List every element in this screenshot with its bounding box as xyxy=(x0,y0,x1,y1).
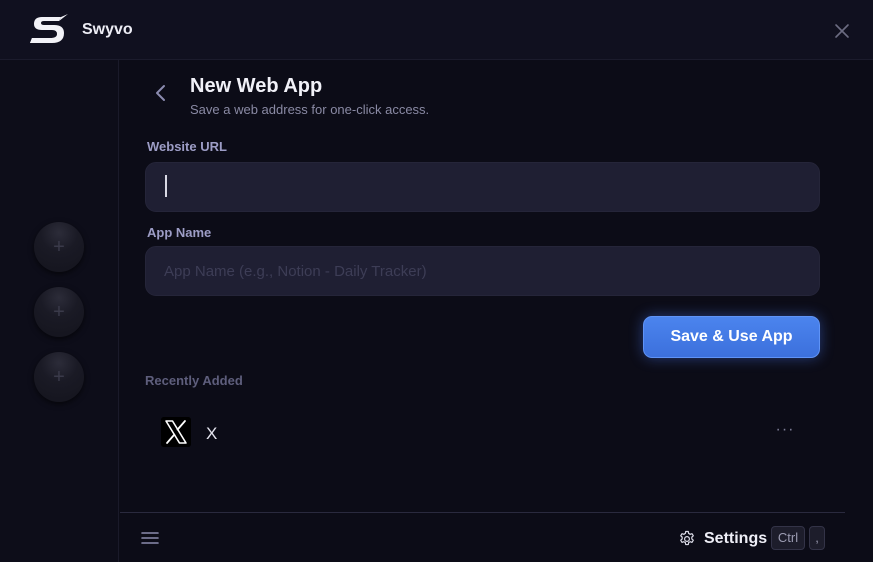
website-url-input[interactable] xyxy=(145,162,820,212)
text-caret xyxy=(165,175,167,197)
app-window: Swyvo + + + New Web App Save a web addre… xyxy=(0,0,873,562)
gear-icon xyxy=(680,530,694,546)
app-name-input[interactable] xyxy=(145,246,820,296)
page-subtitle: Save a web address for one-click access. xyxy=(190,102,430,117)
page-title: New Web App xyxy=(190,75,323,97)
recently-added-label: Recently Added xyxy=(145,373,243,388)
plus-icon: + xyxy=(53,301,65,323)
website-url-label: Website URL xyxy=(147,139,227,154)
x-logo-icon xyxy=(161,417,191,447)
app-name-label: App Name xyxy=(147,225,212,240)
sidebar-add-slot-1[interactable]: + xyxy=(34,222,84,272)
more-options-icon[interactable]: ··· xyxy=(773,420,797,444)
recent-app-label: X xyxy=(206,424,218,443)
title-bar: Swyvo xyxy=(0,0,873,60)
hamburger-menu-icon[interactable] xyxy=(140,530,160,546)
recent-app-item[interactable]: X ··· xyxy=(145,406,820,458)
sidebar-add-slot-3[interactable]: + xyxy=(34,352,84,402)
back-chevron-icon[interactable] xyxy=(152,84,170,102)
main-panel: New Web App Save a web address for one-c… xyxy=(120,60,873,562)
shortcut-key-comma: , xyxy=(809,526,825,550)
sidebar: + + + xyxy=(0,60,119,562)
save-and-use-app-button[interactable]: Save & Use App xyxy=(643,316,820,358)
close-icon[interactable] xyxy=(832,21,852,41)
settings-label: Settings xyxy=(704,530,768,547)
sidebar-add-slot-2[interactable]: + xyxy=(34,287,84,337)
app-title: Swyvo xyxy=(82,21,133,38)
plus-icon: + xyxy=(53,236,65,258)
plus-icon: + xyxy=(53,366,65,388)
shortcut-key-ctrl: Ctrl xyxy=(771,526,805,550)
swyvo-logo-icon xyxy=(30,14,68,43)
footer-bar: Settings Ctrl , xyxy=(120,512,845,562)
